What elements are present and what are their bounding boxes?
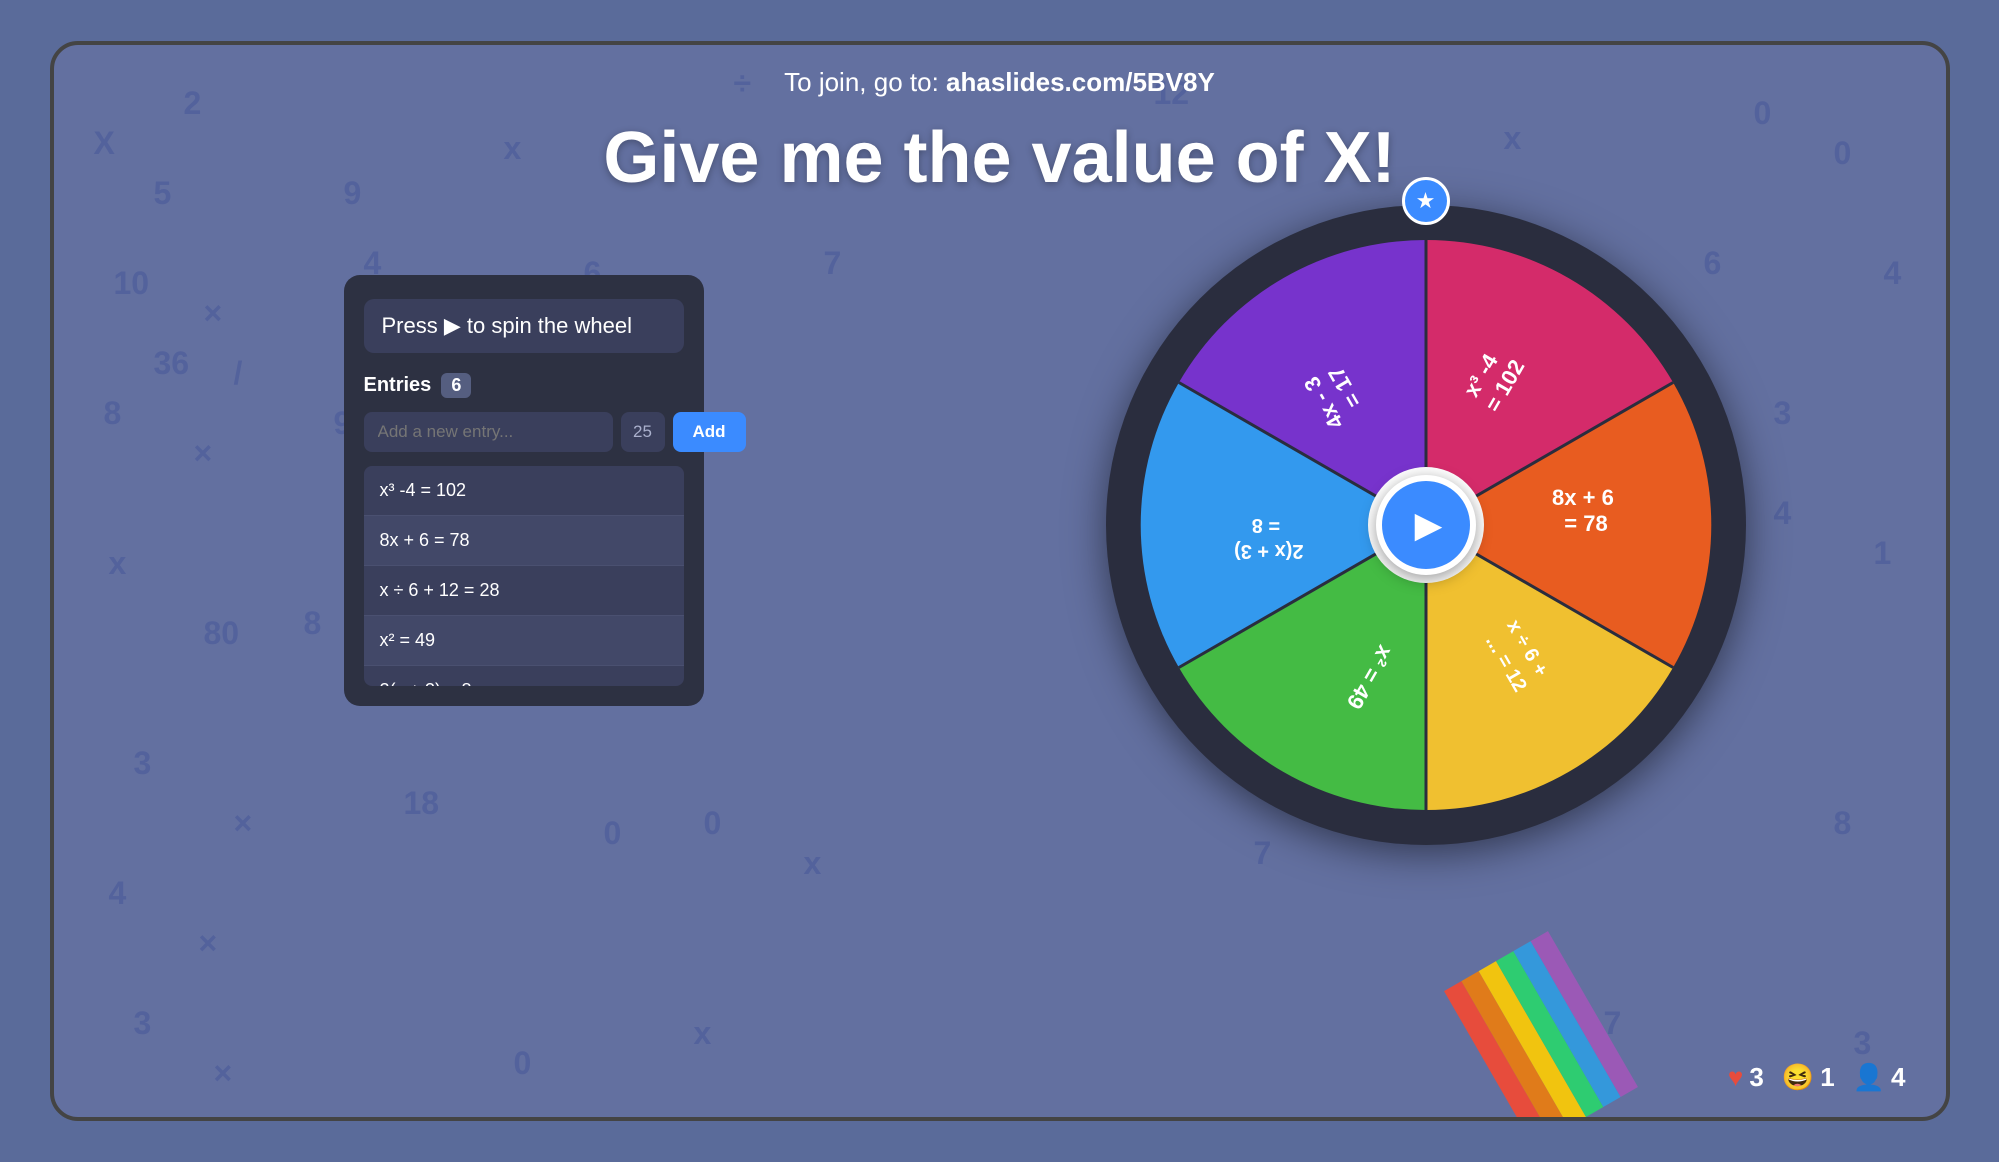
bg-math-symbol: 3: [134, 745, 152, 782]
wheel-pin: ★: [1400, 177, 1452, 229]
bg-math-symbol: 0: [514, 1045, 532, 1082]
bg-math-symbol: 0: [704, 805, 722, 842]
status-bar: ♥ 3 😆 1 👤 4: [1728, 1062, 1906, 1093]
wheel-outer-ring: ★: [1106, 205, 1746, 845]
bg-math-symbol: 0: [604, 815, 622, 852]
bg-math-symbol: 3: [134, 1005, 152, 1042]
bg-math-symbol: x: [109, 545, 127, 582]
laughs-count: 😆 1: [1782, 1062, 1835, 1093]
laugh-icon: 😆: [1782, 1062, 1814, 1093]
bg-math-symbol: ×: [194, 435, 213, 472]
pin-star-icon: ★: [1416, 188, 1436, 214]
list-item: x³ -4 = 102: [364, 466, 684, 516]
rainbow-decoration: [1444, 931, 1638, 1121]
input-row: 25 Add: [364, 412, 684, 452]
spin-label-text: Press ▶ to spin the wheel: [382, 313, 633, 339]
main-title: Give me the value of X!: [54, 117, 1946, 199]
users-value: 4: [1891, 1062, 1905, 1093]
entry-char-count: 25: [621, 412, 665, 452]
add-entry-button[interactable]: Add: [673, 412, 746, 452]
hearts-count: ♥ 3: [1728, 1062, 1764, 1093]
spin-label: Press ▶ to spin the wheel: [364, 299, 684, 353]
bg-math-symbol: ×: [234, 805, 253, 842]
list-item: 2(x + 3) = 8: [364, 666, 684, 686]
wheel-spin-button[interactable]: [1376, 475, 1476, 575]
list-item: x ÷ 6 + 12 = 28: [364, 566, 684, 616]
laughs-value: 1: [1820, 1062, 1834, 1093]
bg-math-symbol: 10: [114, 265, 150, 302]
new-entry-input[interactable]: [364, 412, 613, 452]
bg-math-symbol: 3: [1854, 1025, 1872, 1062]
bg-math-symbol: ×: [199, 925, 218, 962]
bg-math-symbol: 80: [204, 615, 240, 652]
bg-math-symbol: 3: [1774, 395, 1792, 432]
bg-math-symbol: x: [804, 845, 822, 882]
join-text: To join, go to:: [784, 67, 946, 97]
bg-math-symbol: 4: [1884, 255, 1902, 292]
bg-math-symbol: 18: [404, 785, 440, 822]
users-icon: 👤: [1853, 1062, 1885, 1093]
entries-row: Entries 6: [364, 373, 684, 398]
bg-math-symbol: 8: [304, 605, 322, 642]
bg-math-symbol: /: [234, 355, 243, 392]
top-bar: To join, go to: ahaslides.com/5BV8Y: [54, 45, 1946, 108]
bg-math-symbol: 36: [154, 345, 190, 382]
pin-circle: ★: [1402, 177, 1450, 225]
entries-label: Entries: [364, 374, 432, 397]
bg-math-symbol: x: [694, 1015, 712, 1052]
main-screen: 2÷120X59xx010×4672648×91336/x80830×410x3…: [50, 41, 1950, 1121]
wheel-container: ★: [1106, 205, 1746, 845]
bg-math-symbol: 8: [1834, 805, 1852, 842]
bg-math-symbol: ×: [214, 1055, 233, 1092]
entries-list[interactable]: x³ -4 = 1028x + 6 = 78x ÷ 6 + 12 = 28x² …: [364, 466, 684, 686]
bg-math-symbol: 8: [104, 395, 122, 432]
hearts-value: 3: [1749, 1062, 1763, 1093]
bg-math-symbol: ×: [204, 295, 223, 332]
bg-math-symbol: 4: [1774, 495, 1792, 532]
bg-math-symbol: 7: [824, 245, 842, 282]
list-item: 8x + 6 = 78: [364, 516, 684, 566]
list-item: x² = 49: [364, 616, 684, 666]
users-count: 👤 4: [1853, 1062, 1906, 1093]
bg-math-symbol: 4: [109, 875, 127, 912]
heart-icon: ♥: [1728, 1062, 1743, 1093]
bg-math-symbol: 1: [1874, 535, 1892, 572]
entries-count-badge: 6: [441, 373, 471, 398]
join-url: ahaslides.com/5BV8Y: [946, 67, 1215, 97]
entries-panel: Press ▶ to spin the wheel Entries 6 25 A…: [344, 275, 704, 706]
